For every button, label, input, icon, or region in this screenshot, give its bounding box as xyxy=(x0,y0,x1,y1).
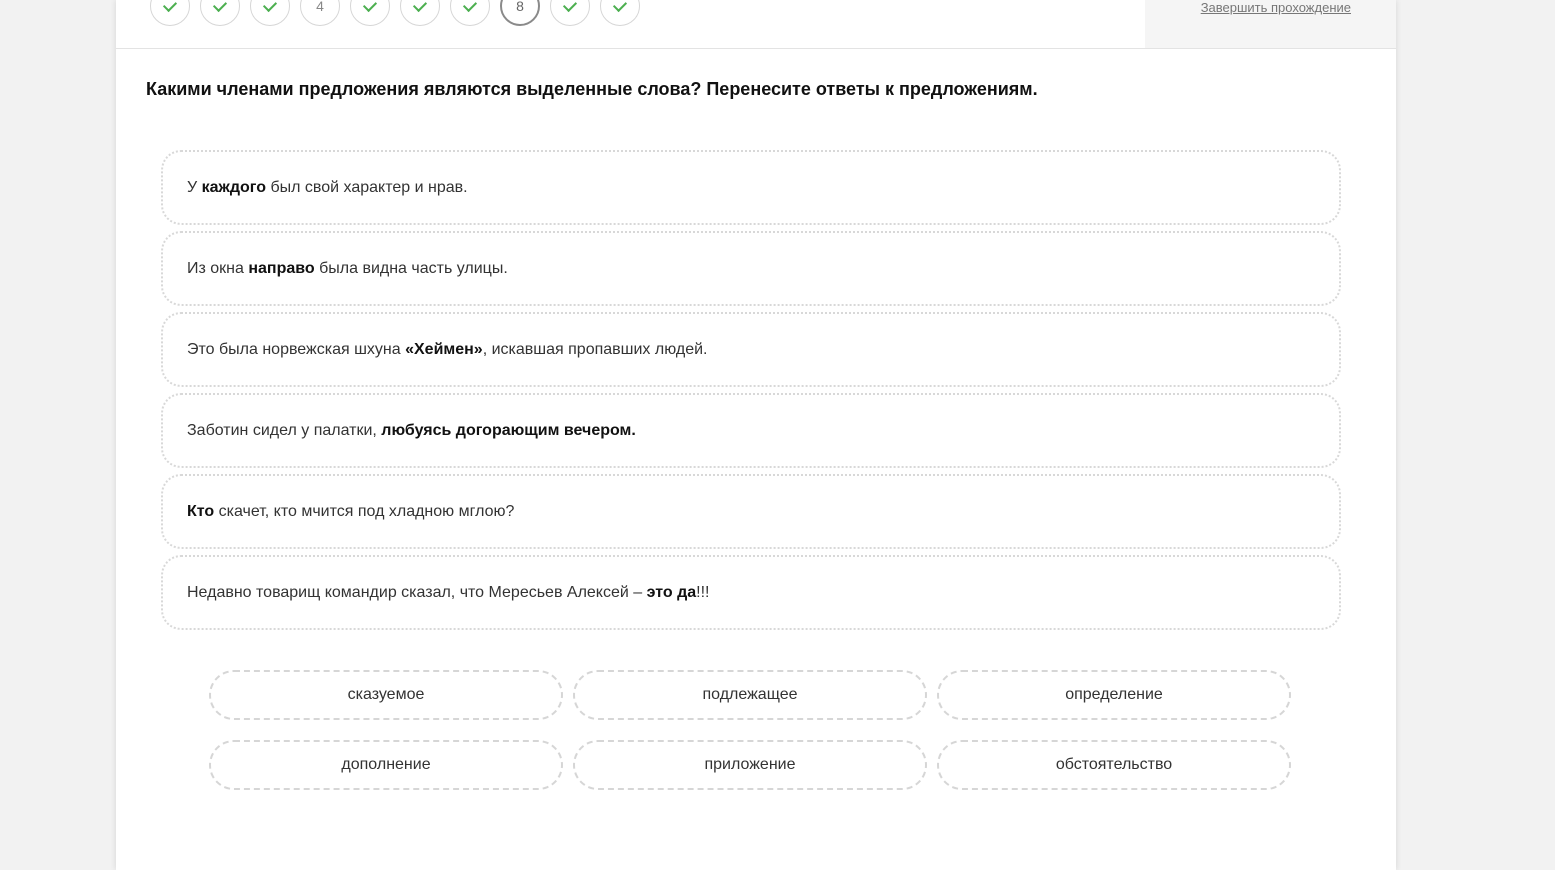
sentence-text: Из окна направо была видна часть улицы. xyxy=(187,259,508,277)
sentence-text: Заботин сидел у палатки, любуясь догораю… xyxy=(187,421,636,439)
check-icon xyxy=(362,0,378,12)
sentence-text: У каждого был свой характер и нрав. xyxy=(187,178,468,196)
quiz-card: 4 8 Завершить прохождение Какими членами… xyxy=(116,0,1396,870)
sentence-drop-zone-5[interactable]: Кто скачет, кто мчится под хладною мглою… xyxy=(161,474,1341,549)
highlighted-word: любуясь догорающим вечером. xyxy=(381,421,636,439)
step-9[interactable] xyxy=(550,0,590,26)
step-5[interactable] xyxy=(350,0,390,26)
step-1[interactable] xyxy=(150,0,190,26)
step-number: 8 xyxy=(516,0,524,14)
answer-chip-apposition[interactable]: приложение xyxy=(573,740,927,790)
check-icon xyxy=(562,0,578,12)
finish-test-link[interactable]: Завершить прохождение xyxy=(1201,0,1351,15)
step-10[interactable] xyxy=(600,0,640,26)
highlighted-word: это да xyxy=(646,583,697,601)
sentence-list: У каждого был свой характер и нрав. Из о… xyxy=(161,150,1341,636)
check-icon xyxy=(262,0,278,12)
sentence-drop-zone-1[interactable]: У каждого был свой характер и нрав. xyxy=(161,150,1341,225)
finish-area: Завершить прохождение xyxy=(1145,0,1396,48)
step-number: 4 xyxy=(316,0,324,14)
answer-chip-subject[interactable]: подлежащее xyxy=(573,670,927,720)
highlighted-word: каждого xyxy=(201,178,267,196)
check-icon xyxy=(612,0,628,12)
step-navigation: 4 8 xyxy=(150,0,640,28)
check-icon xyxy=(212,0,228,12)
answer-chip-adverbial[interactable]: обстоятельство xyxy=(937,740,1291,790)
sentence-drop-zone-6[interactable]: Недавно товарищ командир сказал, что Мер… xyxy=(161,555,1341,630)
sentence-drop-zone-3[interactable]: Это была норвежская шхуна «Хеймен», иска… xyxy=(161,312,1341,387)
check-icon xyxy=(462,0,478,12)
sentence-text: Кто скачет, кто мчится под хладною мглою… xyxy=(187,502,515,520)
highlighted-word: направо xyxy=(248,259,315,277)
step-4[interactable]: 4 xyxy=(300,0,340,26)
step-2[interactable] xyxy=(200,0,240,26)
answer-options: сказуемое подлежащее определение дополне… xyxy=(209,670,1293,790)
highlighted-word: Кто xyxy=(187,502,215,520)
check-icon xyxy=(162,0,178,12)
step-6[interactable] xyxy=(400,0,440,26)
sentence-drop-zone-4[interactable]: Заботин сидел у палатки, любуясь догораю… xyxy=(161,393,1341,468)
answer-chip-attribute[interactable]: определение xyxy=(937,670,1291,720)
check-icon xyxy=(412,0,428,12)
sentence-text: Это была норвежская шхуна «Хеймен», иска… xyxy=(187,340,708,358)
step-3[interactable] xyxy=(250,0,290,26)
top-bar: 4 8 Завершить прохождение xyxy=(116,0,1396,49)
step-8-current[interactable]: 8 xyxy=(500,0,540,26)
answer-chip-predicate[interactable]: сказуемое xyxy=(209,670,563,720)
highlighted-word: «Хеймен» xyxy=(405,340,483,358)
answer-chip-object[interactable]: дополнение xyxy=(209,740,563,790)
question-text: Какими членами предложения являются выде… xyxy=(146,79,1038,99)
sentence-text: Недавно товарищ командир сказал, что Мер… xyxy=(187,583,710,601)
sentence-drop-zone-2[interactable]: Из окна направо была видна часть улицы. xyxy=(161,231,1341,306)
step-7[interactable] xyxy=(450,0,490,26)
